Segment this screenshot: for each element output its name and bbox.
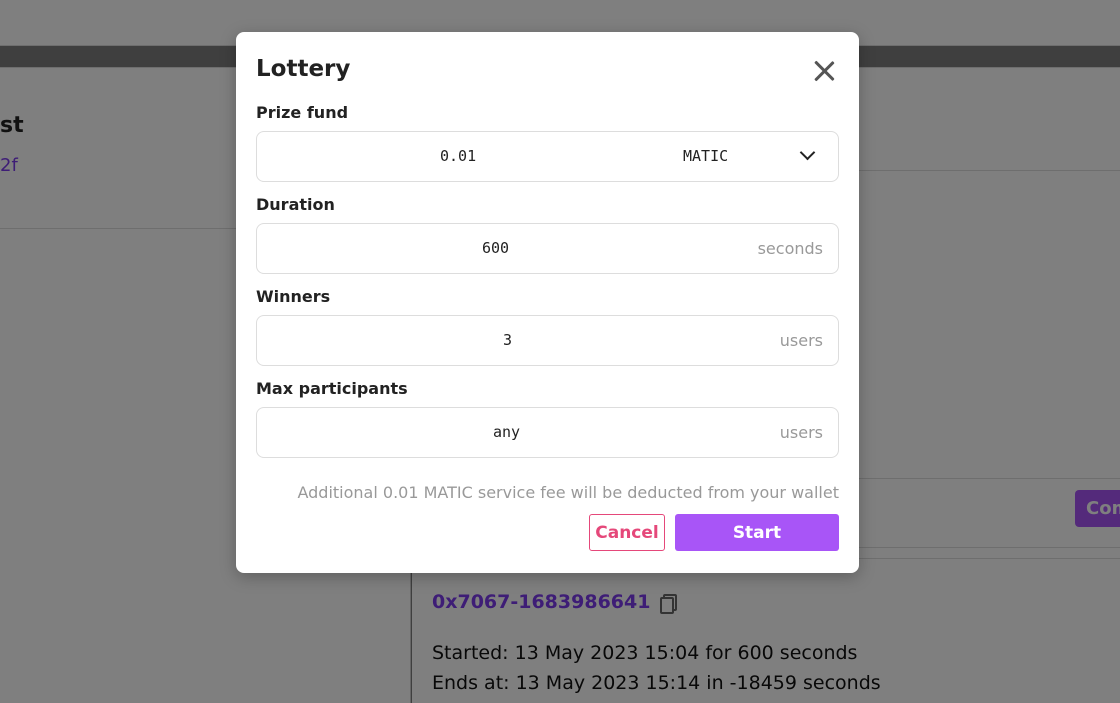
winners-unit: users — [779, 331, 823, 350]
duration-label: Duration — [256, 195, 335, 214]
duration-field[interactable]: 600 seconds — [256, 223, 839, 274]
duration-unit: seconds — [757, 239, 823, 258]
prize-fund-field[interactable]: 0.01 MATIC — [256, 131, 839, 182]
currency-select[interactable]: MATIC — [683, 147, 728, 165]
prize-fund-input[interactable]: 0.01 — [440, 147, 476, 165]
close-icon[interactable] — [809, 56, 839, 86]
cancel-button[interactable]: Cancel — [589, 514, 665, 551]
winners-field[interactable]: 3 users — [256, 315, 839, 366]
chevron-down-icon[interactable] — [799, 144, 816, 161]
prize-fund-label: Prize fund — [256, 103, 349, 122]
max-participants-input[interactable]: any — [493, 423, 520, 441]
duration-input[interactable]: 600 — [482, 239, 509, 257]
lottery-modal: Lottery Prize fund 0.01 MATIC Duration 6… — [236, 32, 859, 573]
max-participants-unit: users — [779, 423, 823, 442]
start-button[interactable]: Start — [675, 514, 839, 551]
max-participants-field[interactable]: any users — [256, 407, 839, 458]
modal-title: Lottery — [256, 56, 351, 82]
winners-label: Winners — [256, 287, 331, 306]
winners-input[interactable]: 3 — [503, 331, 512, 349]
max-participants-label: Max participants — [256, 379, 408, 398]
service-fee-note: Additional 0.01 MATIC service fee will b… — [297, 483, 839, 502]
